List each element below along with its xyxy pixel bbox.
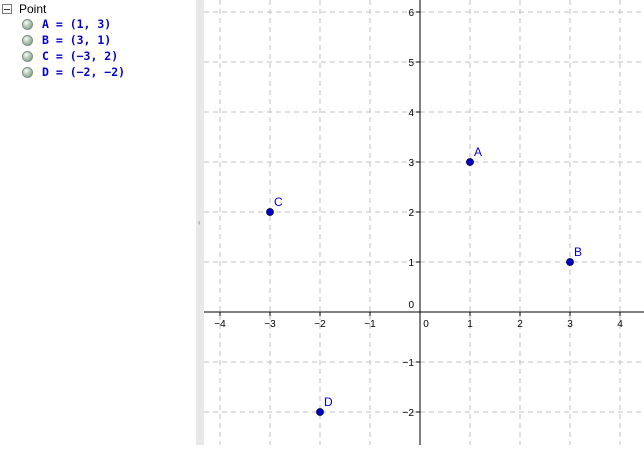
x-tick-label: −1 [364,319,376,330]
list-item[interactable]: D = (−2, −2) [22,64,125,80]
point-list: A = (1, 3) B = (3, 1) C = (−3, 2) D = (−… [22,16,125,80]
y-tick-label: 6 [408,8,414,19]
coordinate-plane[interactable]: −4 −3 −2 −1 0 1 2 3 4 −2 −1 0 1 2 3 4 5 6 A B C D [204,0,644,445]
point-definition[interactable]: A = (1, 3) [42,17,111,31]
graphics-view[interactable]: −4 −3 −2 −1 0 1 2 3 4 −2 −1 0 1 2 3 4 5 6 A B C D [204,0,644,445]
y-tick-label: 0 [408,300,414,311]
point-b[interactable] [566,258,574,266]
point-definition[interactable]: B = (3, 1) [42,33,111,47]
point-label-c[interactable]: C [274,195,283,209]
point-label-d[interactable]: D [324,395,333,409]
x-tick-label: 1 [467,319,473,330]
collapse-icon[interactable] [2,4,12,14]
point-group-title: Point [19,2,47,16]
list-item[interactable]: B = (3, 1) [22,32,125,48]
list-item[interactable]: A = (1, 3) [22,16,125,32]
point-d[interactable] [316,408,324,416]
visibility-toggle-icon[interactable] [22,34,33,46]
x-tick-label: −4 [214,319,226,330]
visibility-toggle-icon[interactable] [22,18,33,30]
x-tick-label: 3 [567,319,573,330]
x-tick-label: 2 [517,319,523,330]
point-definition[interactable]: D = (−2, −2) [42,65,125,79]
x-tick-label: −2 [314,319,326,330]
y-tick-label: 5 [408,58,414,69]
y-tick-label: 2 [408,208,414,219]
panel-splitter[interactable]: ‹ [196,0,204,445]
splitter-grip-icon[interactable]: ‹ [198,219,202,227]
point-label-a[interactable]: A [474,145,482,159]
point-group-header[interactable]: Point [2,2,46,16]
list-item[interactable]: C = (−3, 2) [22,48,125,64]
point-c[interactable] [266,208,274,216]
point-a[interactable] [466,158,474,166]
point-definition[interactable]: C = (−3, 2) [42,49,118,63]
y-tick-label: 4 [408,108,414,119]
x-tick-label: 0 [423,319,429,330]
y-tick-label: −1 [403,358,415,369]
visibility-toggle-icon[interactable] [22,66,33,78]
x-tick-label: 4 [617,319,623,330]
point-label-b[interactable]: B [574,245,582,259]
algebra-view: Point A = (1, 3) B = (3, 1) C = (−3, 2) … [0,0,196,445]
y-tick-label: 1 [408,258,414,269]
visibility-toggle-icon[interactable] [22,50,33,62]
y-tick-label: −2 [403,408,415,419]
y-tick-label: 3 [408,158,414,169]
x-tick-label: −3 [264,319,276,330]
